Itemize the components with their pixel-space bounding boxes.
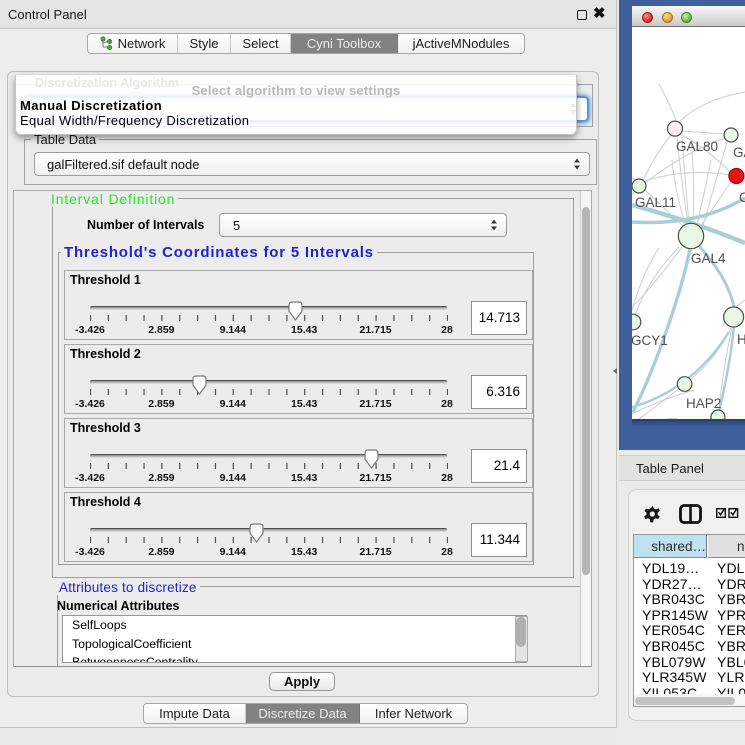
svg-text:GCY1: GCY1 <box>632 333 668 348</box>
svg-text:HAP2: HAP2 <box>686 396 721 411</box>
svg-text:GAL80: GAL80 <box>676 139 718 154</box>
svg-text:HA: HA <box>737 332 745 347</box>
svg-text:GAL11: GAL11 <box>635 195 676 210</box>
svg-text:GAL4: GAL4 <box>691 251 726 266</box>
svg-text:GA: GA <box>733 145 745 160</box>
svg-text:C: C <box>739 190 745 205</box>
